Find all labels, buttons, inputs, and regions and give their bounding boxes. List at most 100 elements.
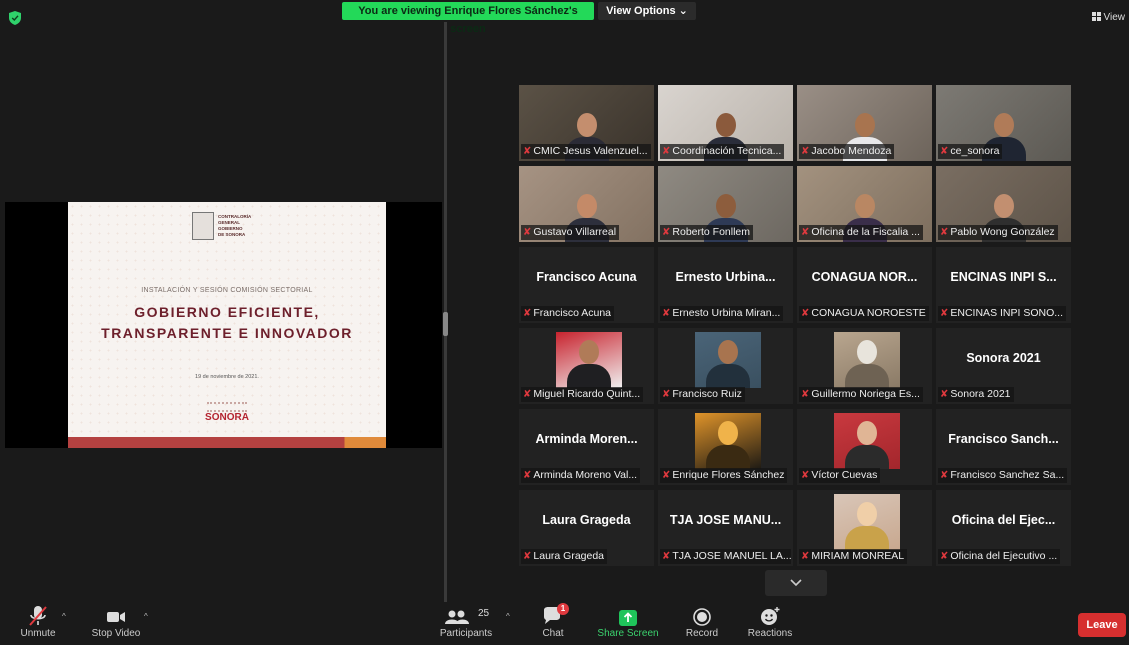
muted-microphone-icon: ✘ [662,470,671,481]
sonora-pattern-icon [207,402,247,412]
participant-tile[interactable]: ✘ Oficina de la Fiscalia ... [797,166,932,242]
participant-name-label: ✘ Enrique Flores Sánchez [660,468,788,483]
muted-microphone-icon: ✘ [523,308,532,319]
gallery-next-page-button[interactable] [765,570,827,596]
participant-tile[interactable]: ✘ ce_sonora [936,85,1071,161]
muted-microphone-icon: ✘ [801,470,810,481]
participant-name-label: ✘ Oficina de la Fiscalia ... [799,225,923,240]
participant-tile[interactable]: Arminda Moren... ✘ Arminda Moreno Val... [519,409,654,485]
participant-tile[interactable]: ✘ Enrique Flores Sánchez [658,409,793,485]
participant-tile[interactable]: Oficina del Ejec... ✘ Oficina del Ejecutiv… [936,490,1071,566]
participant-tile[interactable]: ✘ Víctor Cuevas [797,409,932,485]
participants-icon [445,610,469,624]
participants-options-caret-icon[interactable]: ^ [506,612,510,621]
participant-profile-photo [834,413,900,469]
participant-tile[interactable]: ✘ Guillermo Noriega Es... [797,328,932,404]
participant-profile-photo [695,332,761,388]
participant-name: CONAGUA NOROESTE [811,307,926,319]
muted-microphone-icon: ✘ [523,227,532,238]
participant-tile[interactable]: ENCINAS INPI S... ✘ ENCINAS INPI SONO... [936,247,1071,323]
participant-tile[interactable]: ✘ Miguel Ricardo Quint... [519,328,654,404]
share-screen-icon [619,610,637,626]
participant-tile[interactable]: Sonora 2021 ✘ Sonora 2021 [936,328,1071,404]
participant-tile[interactable]: ✘ Roberto Fonllem [658,166,793,242]
participant-display-name: Sonora 2021 [966,351,1041,365]
participant-video-person [706,415,750,469]
participant-name-label: ✘ Gustavo Villarreal [521,225,620,240]
participant-name-label: ✘ Miguel Ricardo Quint... [521,387,644,402]
muted-microphone-icon: ✘ [940,389,949,400]
chat-button[interactable]: 1 Chat [533,602,573,645]
participant-name: TJA JOSE MANUEL LA... [672,550,791,562]
participant-name-label: ✘ ce_sonora [938,144,1003,159]
participant-name: Gustavo Villarreal [533,226,617,238]
participant-name-label: ✘ Pablo Wong González [938,225,1058,240]
logo-text: CONTRALORÍA GENERAL GOBIERNO DE SONORA [218,214,252,237]
participant-name-label: ✘ Francisco Sanchez Sa... [938,468,1068,483]
panel-resize-handle[interactable] [443,312,448,336]
participant-profile-photo [695,413,761,469]
participant-display-name: Francisco Sanch... [948,432,1059,446]
participant-name: Laura Grageda [533,550,605,562]
participant-video-person [845,496,889,550]
muted-microphone-icon: ✘ [662,389,671,400]
unmute-button[interactable]: Unmute [10,602,66,645]
participant-name: Víctor Cuevas [811,469,878,481]
participant-video-person [706,334,750,388]
participant-tile[interactable]: ✘ MIRIAM MONREAL [797,490,932,566]
slide-footer-bar [68,437,386,448]
participant-tile[interactable]: ✘ Jacobo Mendoza [797,85,932,161]
participant-name: Guillermo Noriega Es... [811,388,920,400]
participant-name: Oficina de la Fiscalia ... [811,226,920,238]
participant-name: Coordinación Tecnica... [672,145,782,157]
muted-microphone-icon: ✘ [662,308,671,319]
participant-tile[interactable]: Laura Grageda ✘ Laura Grageda [519,490,654,566]
participant-tile[interactable]: ✘ Gustavo Villarreal [519,166,654,242]
muted-microphone-icon: ✘ [801,146,810,157]
participant-name-label: ✘ ENCINAS INPI SONO... [938,306,1066,321]
participant-video-person [845,334,889,388]
participant-tile[interactable]: Francisco Sanch... ✘ Francisco Sanchez Sa.… [936,409,1071,485]
participant-display-name: Oficina del Ejec... [951,513,1056,527]
shared-screen: CONTRALORÍA GENERAL GOBIERNO DE SONORA I… [5,202,442,448]
participant-tile[interactable]: CONAGUA NOR... ✘ CONAGUA NOROESTE [797,247,932,323]
participant-tile[interactable]: Ernesto Urbina... ✘ Ernesto Urbina Miran..… [658,247,793,323]
participant-name-label: ✘ Oficina del Ejecutivo ... [938,549,1061,564]
slide-date: 19 de noviembre de 2021. [195,374,259,380]
leave-meeting-button[interactable]: Leave [1078,613,1126,637]
encryption-shield-icon[interactable] [9,11,21,25]
participant-video-person [845,415,889,469]
participant-name: Roberto Fonllem [672,226,751,238]
meeting-toolbar: Unmute ^ Stop Video ^ 25 Participants ^ … [0,602,1129,645]
sonora-logo: SONORA [68,402,386,424]
participant-name: ce_sonora [950,145,1000,157]
participant-tile[interactable]: ✘ Pablo Wong González [936,166,1071,242]
participant-tile[interactable]: Francisco Acuna ✘ Francisco Acuna [519,247,654,323]
participant-name: Pablo Wong González [950,226,1055,238]
participant-name-label: ✘ Francisco Acuna [521,306,615,321]
participants-button[interactable]: 25 Participants [436,602,496,645]
view-layout-button[interactable]: View [1091,12,1125,23]
participant-profile-photo [834,494,900,550]
chat-unread-badge: 1 [557,603,569,615]
record-button[interactable]: Record [680,602,724,645]
reactions-label: Reactions [747,628,793,639]
participant-name-label: ✘ Coordinación Tecnica... [660,144,785,159]
reactions-button[interactable]: Reactions [744,602,796,645]
muted-microphone-icon: ✘ [662,146,671,157]
view-options-button[interactable]: View Options ⌄ [598,2,696,20]
stop-video-button[interactable]: Stop Video [88,602,144,645]
participant-name: Enrique Flores Sánchez [672,469,785,481]
video-options-caret-icon[interactable]: ^ [144,612,148,621]
muted-microphone-icon: ✘ [801,227,810,238]
participant-tile[interactable]: TJA JOSE MANU... ✘ TJA JOSE MANUEL LA... [658,490,793,566]
participant-name: Arminda Moreno Val... [533,469,638,481]
participant-tile[interactable]: ✘ CMIC Jesus Valenzuel... [519,85,654,161]
participant-tile[interactable]: ✘ Coordinación Tecnica... [658,85,793,161]
participant-display-name: Ernesto Urbina... [675,270,776,284]
audio-options-caret-icon[interactable]: ^ [62,612,66,621]
muted-microphone-icon: ✘ [662,551,671,562]
muted-microphone-icon: ✘ [801,308,810,319]
share-screen-button[interactable]: Share Screen [595,602,661,645]
participant-tile[interactable]: ✘ Francisco Ruiz [658,328,793,404]
